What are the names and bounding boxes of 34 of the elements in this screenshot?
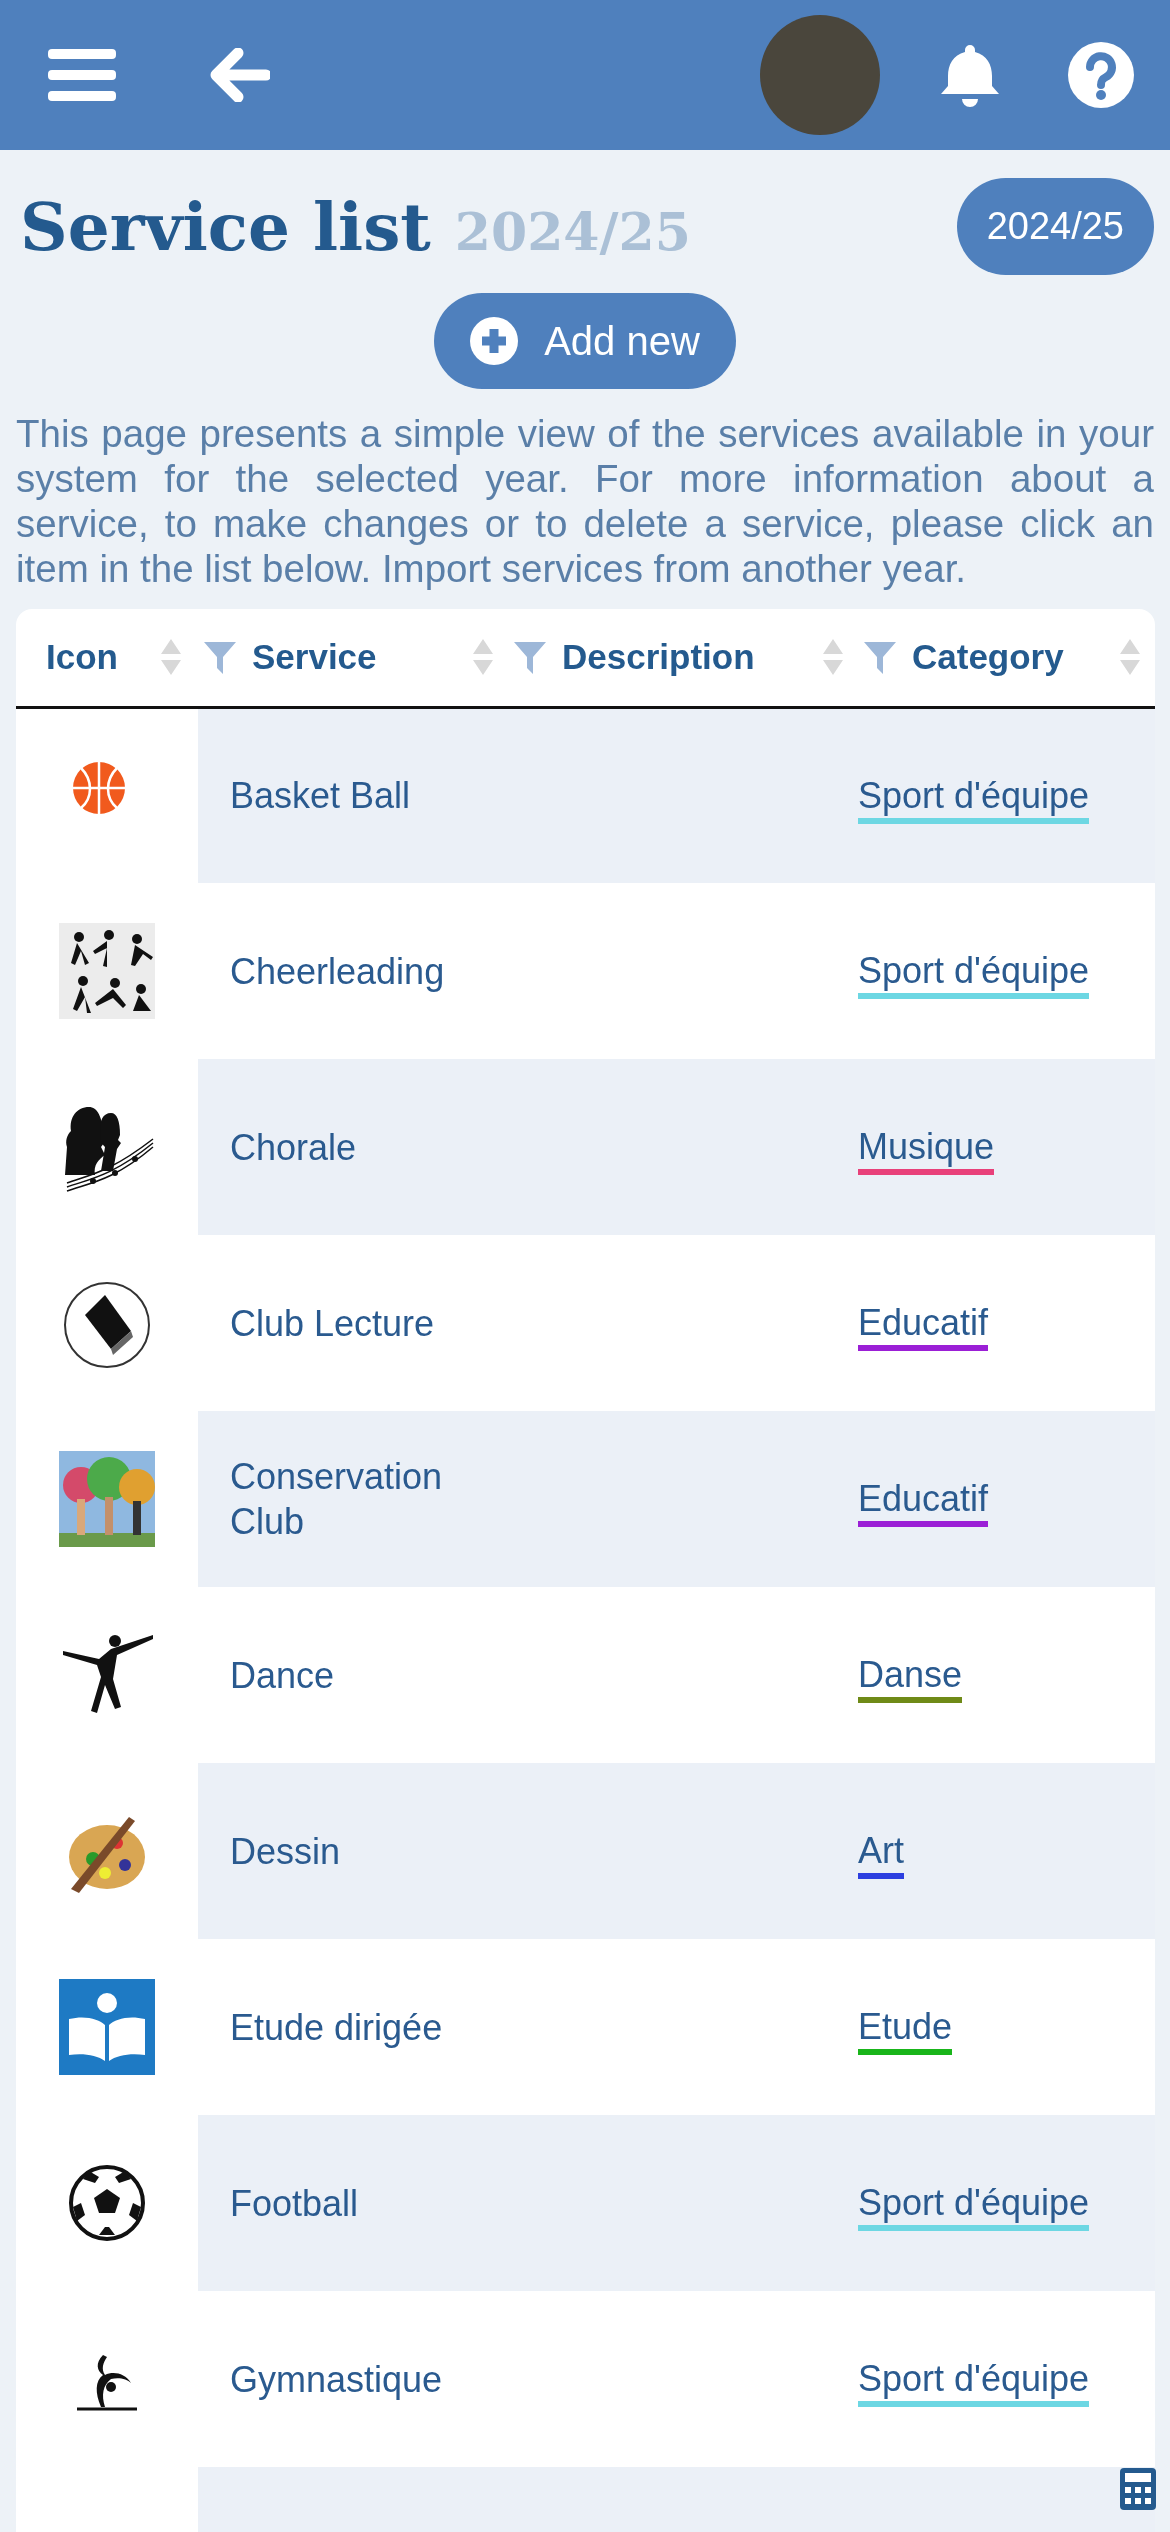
service-name[interactable]: Gymnastique [230, 2356, 508, 2402]
page-title: Service list [20, 193, 431, 260]
category-link[interactable]: Sport d'équipe [858, 950, 1090, 999]
category-link[interactable]: Sport d'équipe [858, 2358, 1090, 2407]
column-header[interactable]: Description [562, 631, 755, 684]
year-label: 2024/25 [454, 205, 691, 258]
plus-icon [470, 317, 519, 365]
intro-text: This page presents a simple view of the services available in your system for the selected year. For more information about a service, to make changes or to delete a service, please click an item in the list below. Import services from another year. [16, 411, 1154, 591]
back-button[interactable] [208, 48, 270, 102]
help-icon [1068, 42, 1134, 108]
menu-icon [48, 47, 116, 103]
column-header[interactable]: Category [912, 631, 1064, 684]
filter-icon[interactable] [204, 640, 236, 675]
calculator-button[interactable] [1120, 2468, 1156, 2510]
category-link[interactable]: Musique [858, 1126, 995, 1175]
menu-button[interactable] [48, 47, 116, 103]
category-link[interactable]: Educatif [858, 1478, 989, 1527]
service-name[interactable]: Cheerleading [230, 948, 508, 994]
year-button[interactable]: 2024/25 [956, 178, 1154, 275]
service-name[interactable]: Etude dirigée [230, 2004, 508, 2050]
column-header[interactable]: Icon [46, 631, 118, 684]
column-header[interactable]: Service [252, 631, 377, 684]
category-link[interactable]: Art [858, 1830, 904, 1879]
filter-icon[interactable] [514, 640, 546, 675]
help-button[interactable] [1068, 42, 1134, 108]
filter-icon[interactable] [864, 640, 896, 675]
category-link[interactable]: Etude [858, 2006, 953, 2055]
back-arrow-icon [208, 48, 270, 102]
add-new-button[interactable]: Add new [434, 293, 736, 389]
book-icon [59, 1979, 155, 2075]
category-link[interactable]: Danse [858, 1654, 963, 1703]
service-name[interactable]: Dance [230, 1652, 508, 1698]
category-link[interactable]: Educatif [858, 1302, 989, 1351]
service-name[interactable]: Club Lecture [230, 1300, 508, 1346]
